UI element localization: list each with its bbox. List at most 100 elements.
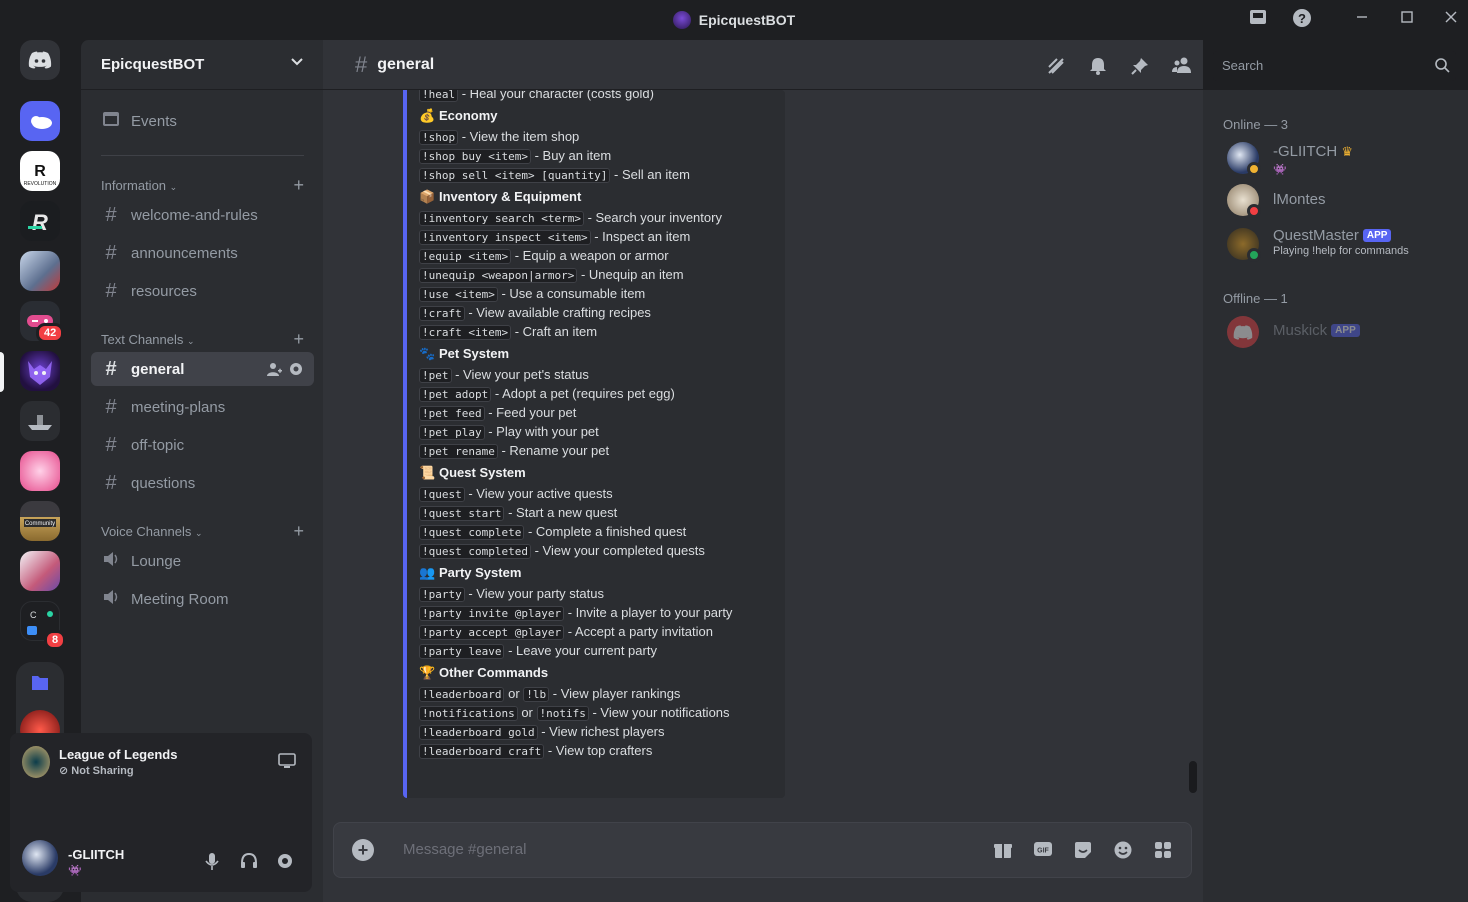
member-status-emoji: 👾 xyxy=(1273,164,1287,176)
home-button[interactable] xyxy=(20,40,60,80)
member-gliitch[interactable]: -GLIITCH ♛ 👾 xyxy=(1227,136,1457,180)
section-title-text: Other Commands xyxy=(439,665,549,680)
username[interactable]: -GLIITCH xyxy=(68,847,124,862)
gif-icon[interactable]: GIF xyxy=(1032,840,1054,862)
channel-announcements[interactable]: # announcements xyxy=(91,236,314,270)
member-lmontes[interactable]: lMontes xyxy=(1227,178,1457,222)
sticker-icon[interactable] xyxy=(1072,840,1094,862)
svg-text:R: R xyxy=(32,210,48,235)
channel-label: resources xyxy=(131,282,197,300)
add-channel-icon[interactable]: + xyxy=(293,329,304,350)
scrollbar-thumb[interactable] xyxy=(1189,761,1197,793)
server-cloud[interactable] xyxy=(20,101,60,141)
channel-label: welcome-and-rules xyxy=(131,206,258,224)
headphones-icon[interactable] xyxy=(240,852,258,875)
section-emoji-icon: 🐾 xyxy=(419,346,436,361)
channel-welcome-and-rules[interactable]: # welcome-and-rules xyxy=(91,198,314,232)
command-code: !party leave xyxy=(419,644,505,659)
server-r[interactable]: R xyxy=(20,201,60,241)
minimize-icon[interactable] xyxy=(1350,8,1374,32)
user-settings-gear-icon[interactable] xyxy=(276,852,294,875)
help-icon[interactable]: ? xyxy=(1290,8,1314,32)
share-screen-icon[interactable] xyxy=(278,753,296,774)
chevron-down-icon: ⌄ xyxy=(194,528,203,538)
threads-icon[interactable] xyxy=(1045,56,1067,78)
server-revolution[interactable]: R REVOLUTION xyxy=(20,151,60,191)
member-name: lMontes xyxy=(1273,191,1326,208)
events-item[interactable]: Events xyxy=(91,104,314,138)
command-code: !party invite @player xyxy=(419,606,565,621)
server-powerpuff[interactable] xyxy=(20,451,60,491)
command-line: !shop buy <item> - Buy an item xyxy=(419,146,779,165)
server-ship[interactable] xyxy=(20,401,60,441)
hash-icon: # xyxy=(105,395,117,418)
gear-icon[interactable] xyxy=(288,361,304,381)
embed-section-title: 🐾 Pet System xyxy=(419,343,779,365)
add-channel-icon[interactable]: + xyxy=(293,175,304,196)
channel-resources[interactable]: # resources xyxy=(91,274,314,308)
voice-channel-lounge[interactable]: Lounge xyxy=(91,544,314,578)
command-code: !shop buy <item> xyxy=(419,149,531,164)
search-input[interactable]: Search xyxy=(1213,51,1456,81)
command-desc: - Complete a finished quest xyxy=(524,524,687,539)
category-label: Voice Channels xyxy=(101,524,192,539)
command-desc: - View richest players xyxy=(537,724,665,739)
channel-off-topic[interactable]: # off-topic xyxy=(91,428,314,462)
attach-plus-icon[interactable]: + xyxy=(352,839,374,861)
member-name: QuestMaster xyxy=(1273,227,1359,244)
server-art[interactable] xyxy=(20,551,60,591)
command-line: !notifications or !notifs - View your no… xyxy=(419,703,779,722)
add-channel-icon[interactable]: + xyxy=(293,521,304,542)
command-desc: - Adopt a pet (requires pet egg) xyxy=(491,386,675,401)
discord-logo-icon xyxy=(1233,324,1253,340)
channel-general[interactable]: # general xyxy=(91,352,314,386)
pin-icon[interactable] xyxy=(1129,56,1151,78)
command-line: !quest complete - Complete a finished qu… xyxy=(419,522,779,541)
category-text-channels[interactable]: Text Channels ⌄ + xyxy=(101,329,304,350)
command-line: !quest - View your active quests xyxy=(419,484,779,503)
idle-status-icon xyxy=(1247,162,1261,176)
server-community[interactable]: Community xyxy=(20,501,60,541)
avatar xyxy=(1227,316,1259,348)
command-line: !quest start - Start a new quest xyxy=(419,503,779,522)
gift-icon[interactable] xyxy=(992,840,1014,862)
section-emoji-icon: 🏆 xyxy=(419,665,436,680)
invite-icon[interactable] xyxy=(266,361,282,381)
category-information[interactable]: Information ⌄ + xyxy=(101,175,304,196)
channel-header: # general xyxy=(323,40,1203,90)
avatar[interactable] xyxy=(22,840,58,876)
emoji-icon[interactable] xyxy=(1112,840,1134,862)
command-code: !craft <item> xyxy=(419,325,512,340)
chat-area: # general Search !heal - Heal your chara… xyxy=(323,40,1456,902)
maximize-icon[interactable] xyxy=(1395,8,1419,32)
server-epicquestbot[interactable] xyxy=(20,351,60,391)
member-list-icon[interactable] xyxy=(1171,56,1193,78)
channel-meeting-plans[interactable]: # meeting-plans xyxy=(91,390,314,424)
member-questmaster[interactable]: QuestMaster APP Playing !help for command… xyxy=(1227,222,1457,266)
guild-header[interactable]: EpicquestBOT xyxy=(81,40,323,90)
bell-icon[interactable] xyxy=(1087,56,1109,78)
command-code: !notifications xyxy=(419,706,518,721)
command-line: !shop sell <item> [quantity] - Sell an i… xyxy=(419,165,779,184)
server-badge: 8 xyxy=(44,630,67,650)
microphone-icon[interactable] xyxy=(204,852,220,877)
command-code: !pet adopt xyxy=(419,387,492,402)
search-placeholder: Search xyxy=(1222,58,1264,73)
section-emoji-icon: 📦 xyxy=(419,189,436,204)
command-code: !pet play xyxy=(419,425,485,440)
message-composer[interactable]: + Message #general GIF xyxy=(333,822,1192,878)
message-input-placeholder[interactable]: Message #general xyxy=(403,841,526,858)
server-anime[interactable] xyxy=(20,251,60,291)
channel-questions[interactable]: # questions xyxy=(91,466,314,500)
embed-partial-line: !heal - Heal your character (costs gold) xyxy=(419,90,779,103)
hash-icon: # xyxy=(105,357,117,380)
league-logo-icon xyxy=(22,746,50,778)
inbox-icon[interactable] xyxy=(1246,8,1270,32)
voice-channel-meeting-room[interactable]: Meeting Room xyxy=(91,582,314,616)
events-label: Events xyxy=(131,112,177,130)
apps-icon[interactable] xyxy=(1152,840,1174,862)
member-muskick[interactable]: Muskick APP xyxy=(1227,310,1457,354)
close-icon[interactable] xyxy=(1439,8,1463,32)
command-desc: - Use a consumable item xyxy=(497,286,646,301)
category-voice-channels[interactable]: Voice Channels ⌄ + xyxy=(101,521,304,542)
